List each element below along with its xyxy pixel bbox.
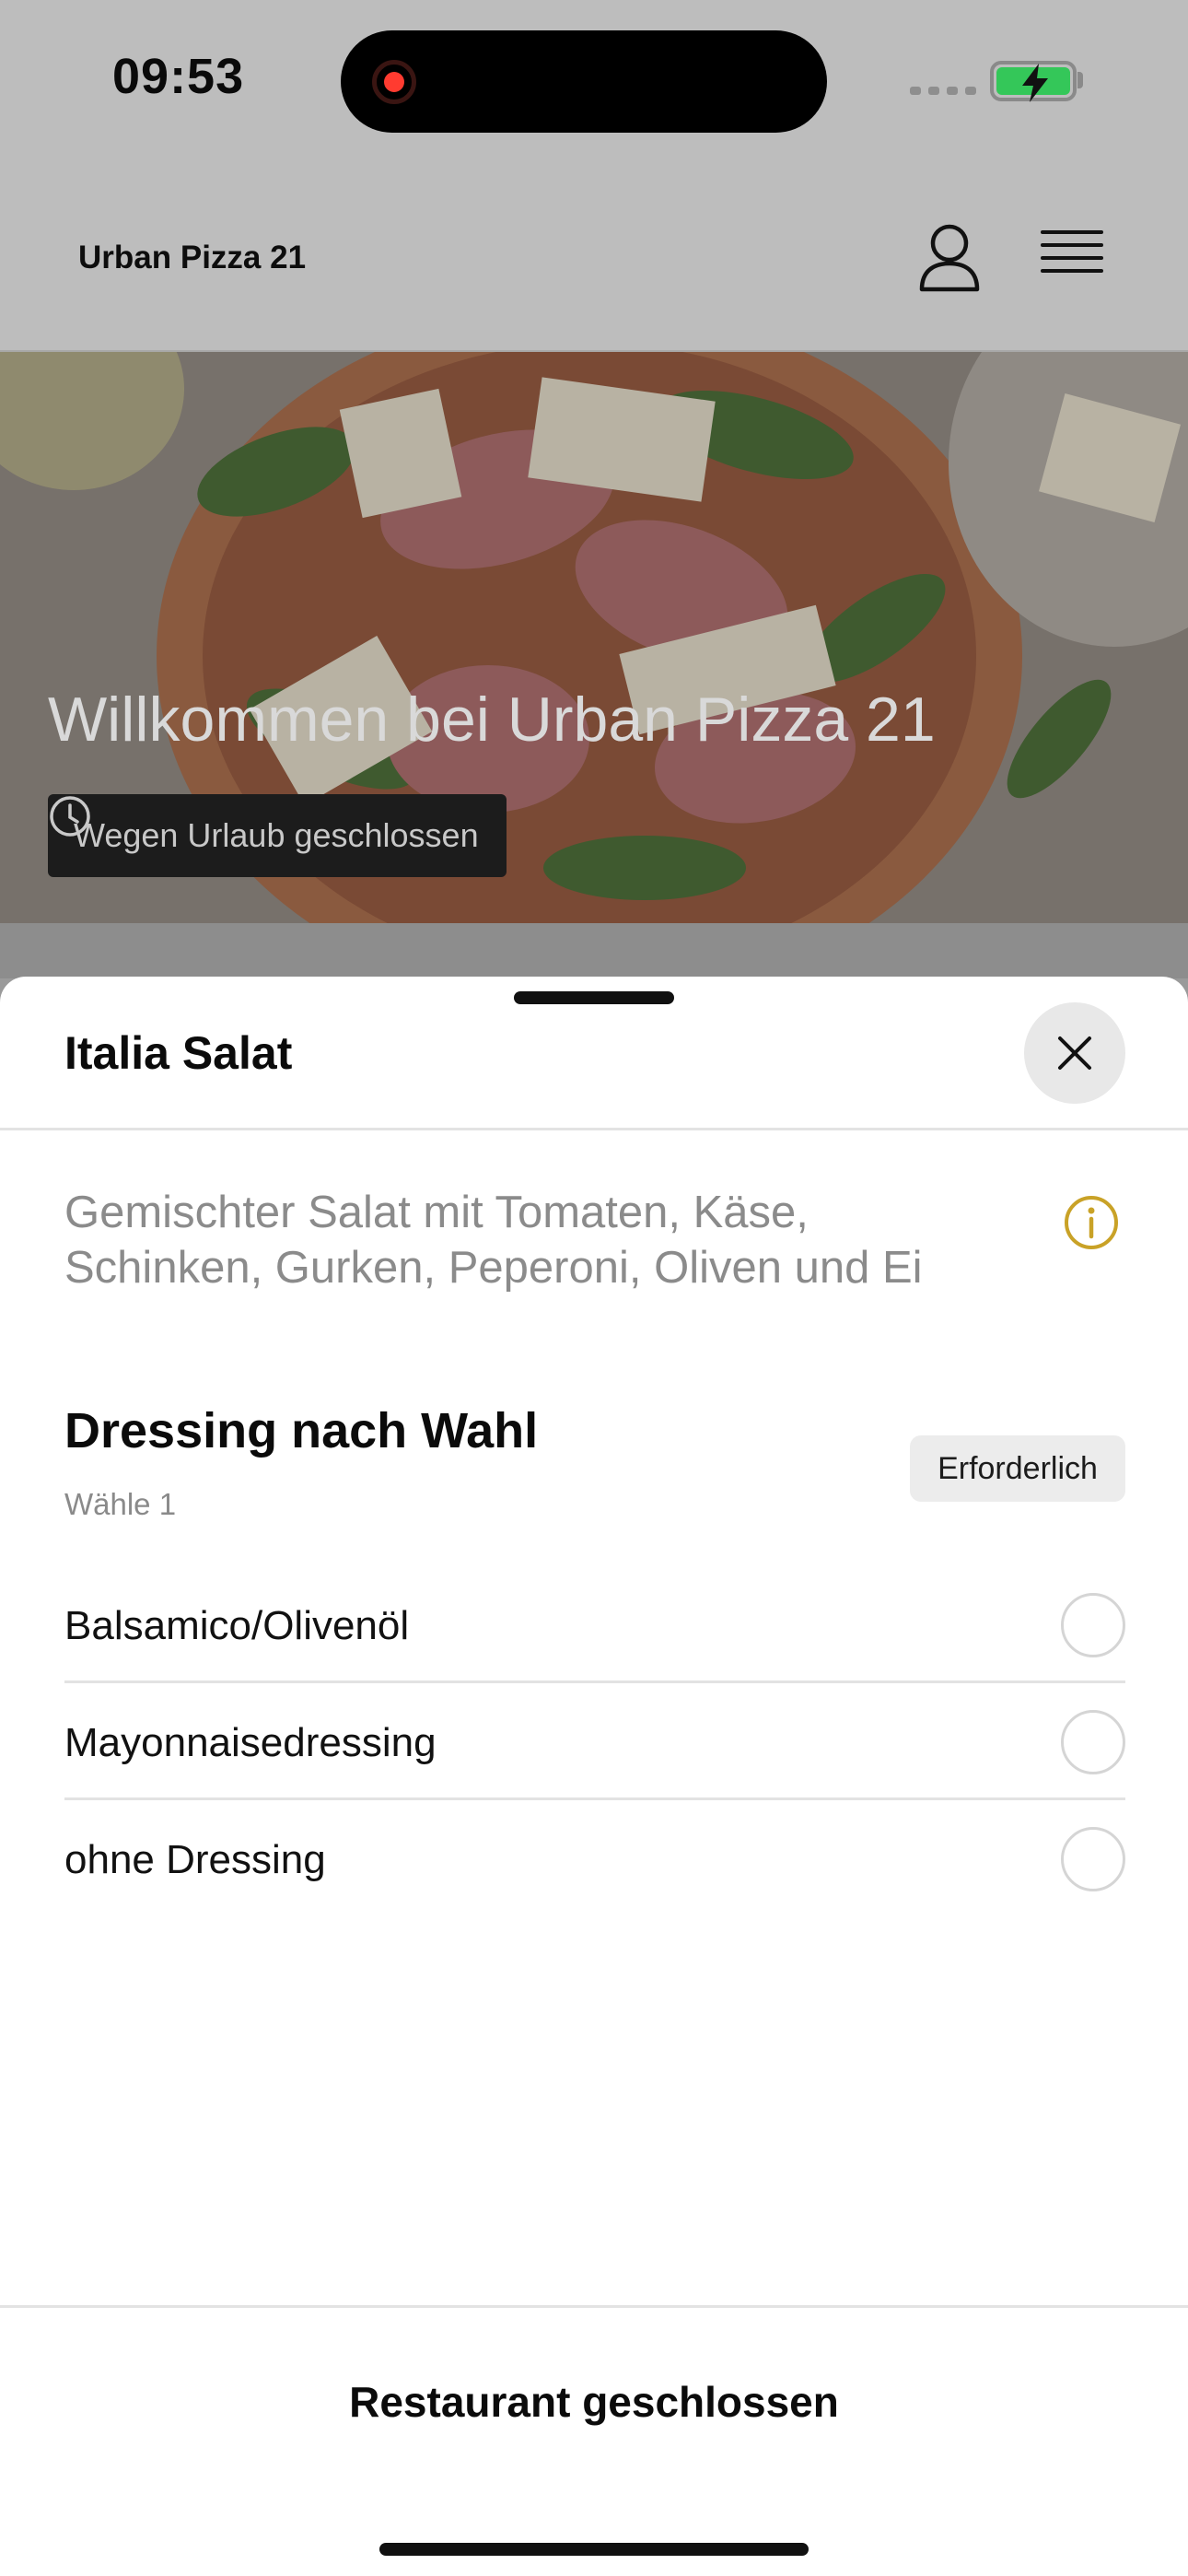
dynamic-island bbox=[341, 30, 827, 133]
clock-icon bbox=[50, 796, 90, 837]
required-badge: Erforderlich bbox=[910, 1435, 1125, 1502]
status-time: 09:53 bbox=[112, 49, 245, 104]
option-group-subtitle: Wähle 1 bbox=[64, 1487, 177, 1521]
option-no-dressing[interactable]: ohne Dressing bbox=[64, 1800, 1125, 1917]
screen-recording-icon bbox=[372, 60, 416, 104]
option-mayonnaise[interactable]: Mayonnaisedressing bbox=[64, 1683, 1125, 1800]
info-icon[interactable] bbox=[1063, 1194, 1120, 1251]
hero-banner: Willkommen bei Urban Pizza 21 Wegen Urla… bbox=[0, 352, 1188, 923]
radio-button[interactable] bbox=[1061, 1827, 1125, 1891]
divider bbox=[0, 1128, 1188, 1130]
option-label: Balsamico/Olivenöl bbox=[64, 1603, 410, 1648]
product-bottom-sheet: Italia Salat Gemischter Salat mit Tomate… bbox=[0, 977, 1188, 2576]
battery-charging-icon bbox=[990, 61, 1077, 102]
user-icon[interactable] bbox=[917, 223, 982, 293]
radio-button[interactable] bbox=[1061, 1593, 1125, 1657]
option-group-title: Dressing nach Wahl bbox=[64, 1403, 539, 1458]
hero-title: Willkommen bei Urban Pizza 21 bbox=[48, 685, 936, 755]
option-label: ohne Dressing bbox=[64, 1837, 326, 1882]
home-indicator[interactable] bbox=[379, 2543, 809, 2556]
brand-name[interactable]: Urban Pizza 21 bbox=[78, 240, 306, 276]
close-icon bbox=[1058, 1036, 1091, 1070]
sheet-grabber[interactable] bbox=[514, 991, 674, 1004]
product-description: Gemischter Salat mit Tomaten, Käse, Schi… bbox=[64, 1188, 923, 1293]
radio-button[interactable] bbox=[1061, 1710, 1125, 1774]
option-balsamico[interactable]: Balsamico/Olivenöl bbox=[64, 1566, 1125, 1683]
option-label: Mayonnaisedressing bbox=[64, 1720, 437, 1765]
cellular-signal-icon bbox=[910, 87, 976, 95]
app-header: Urban Pizza 21 bbox=[0, 166, 1188, 352]
closed-status-text: Wegen Urlaub geschlossen bbox=[74, 816, 479, 854]
status-bar: 09:53 bbox=[0, 0, 1188, 166]
close-button[interactable] bbox=[1024, 1002, 1125, 1104]
product-title: Italia Salat bbox=[64, 1027, 293, 1079]
closed-status-badge: Wegen Urlaub geschlossen bbox=[48, 794, 507, 877]
hamburger-menu-icon[interactable] bbox=[1041, 230, 1103, 286]
footer-divider bbox=[0, 2305, 1188, 2308]
restaurant-closed-button[interactable]: Restaurant geschlossen bbox=[0, 2377, 1188, 2427]
